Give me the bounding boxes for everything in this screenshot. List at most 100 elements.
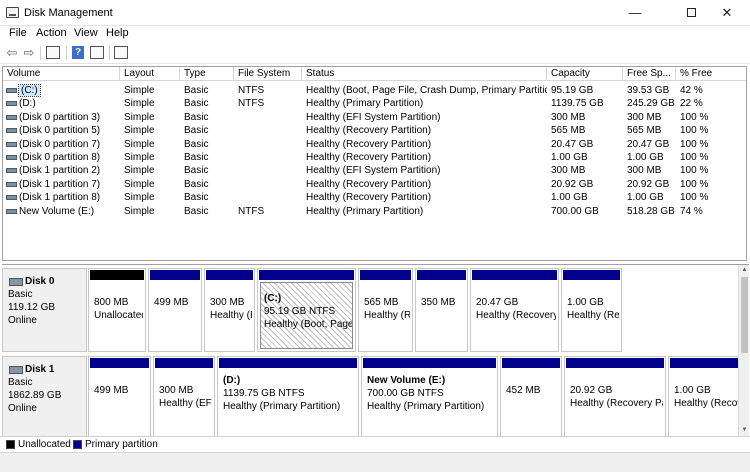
volume-name-cell: (Disk 0 partition 7)	[3, 138, 120, 151]
partition-block[interactable]: 300 MB Healthy (EFI System Partition)	[204, 268, 255, 352]
partition-info: 20.47 GB Healthy (Recovery Partition)	[473, 282, 556, 349]
volume-list[interactable]: Volume Layout Type File System Status Ca…	[2, 66, 747, 261]
partition-block[interactable]: 499 MB	[148, 268, 202, 352]
volume-row[interactable]: (Disk 0 partition 5) Simple Basic Healthy (…	[3, 124, 746, 137]
layout-cell: Simple	[124, 192, 155, 204]
menu-view[interactable]: View	[74, 27, 98, 39]
disk-label[interactable]: Disk 0 Basic 119.12 GB Online	[2, 268, 87, 352]
status-cell: Healthy (Recovery Partition)	[306, 125, 432, 137]
disk-size: 119.12 GB	[8, 302, 56, 313]
partition-status: Healthy (Recovery Partition)	[567, 310, 619, 321]
partition-info: (C:) 95.19 GB NTFS Healthy (Boot, Page Fil…	[260, 282, 353, 349]
partition-info: 565 MB Healthy (Recovery Partition)	[361, 282, 410, 349]
status-cell: Healthy (Primary Partition)	[306, 205, 424, 217]
partition-status: Healthy (EFI System Partition)	[210, 310, 252, 321]
list-header: Volume Layout Type File System Status Ca…	[3, 67, 746, 81]
partition-info: New Volume (E:) 700.00 GB NTFS Healthy (Pr…	[364, 370, 495, 437]
partition-block[interactable]: 20.92 GB Healthy (Recovery Partition)	[564, 356, 666, 440]
vertical-scrollbar[interactable]: ▲ ▼	[738, 265, 749, 437]
partition-size: 499 MB	[154, 297, 189, 308]
col-capacity[interactable]: Capacity	[547, 67, 623, 81]
percent-free-cell: 100 %	[680, 125, 709, 137]
col-free-space[interactable]: Free Sp...	[623, 67, 676, 81]
capacity-cell: 1.00 GB	[551, 152, 588, 163]
col-file-system[interactable]: File System	[234, 67, 302, 81]
menu-action[interactable]: Action	[36, 27, 67, 39]
scroll-down-icon[interactable]: ▼	[740, 426, 749, 435]
legend-primary-partition: Primary partition	[85, 439, 158, 450]
free-space-cell: 20.47 GB	[627, 138, 670, 150]
partition-size: 565 MB	[364, 297, 399, 308]
volume-icon	[6, 181, 17, 187]
scroll-thumb[interactable]	[741, 277, 748, 353]
primary-partition-bar	[259, 270, 354, 280]
partition-block[interactable]: 20.47 GB Healthy (Recovery Partition)	[470, 268, 559, 352]
partition-block[interactable]: 499 MB	[88, 356, 151, 440]
partition-info: 800 MB Unallocated	[91, 282, 143, 349]
primary-partition-bar	[363, 358, 496, 368]
partition-block[interactable]: 565 MB Healthy (Recovery Partition)	[358, 268, 413, 352]
file-system-cell	[238, 151, 302, 164]
volume-name-cell: (Disk 0 partition 8)	[3, 151, 120, 164]
volume-icon	[6, 208, 17, 214]
percent-free-cell: 100 %	[680, 192, 709, 204]
partition-block[interactable]: (C:) 95.19 GB NTFS Healthy (Boot, Page Fil…	[257, 268, 356, 352]
partition-size: 700.00 GB NTFS	[367, 388, 444, 399]
volume-row[interactable]: (Disk 1 partition 7) Simple Basic Healthy (…	[3, 178, 746, 191]
scroll-up-icon[interactable]: ▲	[740, 266, 749, 275]
partition-block[interactable]: 1.00 GB Healthy (Recovery Partition)	[668, 356, 744, 440]
partition-block[interactable]: 800 MB Unallocated	[88, 268, 146, 352]
volume-row[interactable]: New Volume (E:) Simple Basic NTFS Healthy (P…	[3, 205, 746, 218]
partition-block[interactable]: 1.00 GB Healthy (Recovery Partition)	[561, 268, 622, 352]
type-cell: Basic	[184, 138, 209, 150]
minimize-button[interactable]: —	[612, 0, 658, 26]
partition-info: 499 MB	[151, 282, 199, 349]
forward-icon[interactable]: ⇨	[21, 45, 37, 61]
volume-row[interactable]: (Disk 0 partition 7) Simple Basic Healthy (…	[3, 138, 746, 151]
volume-name-cell: (Disk 0 partition 5)	[3, 124, 120, 137]
properties-icon[interactable]	[90, 46, 104, 59]
type-cell: Basic	[184, 192, 209, 204]
volume-row[interactable]: (Disk 1 partition 2) Simple Basic Healthy (…	[3, 164, 746, 177]
partition-size: 1.00 GB	[567, 297, 604, 308]
free-space-cell: 245.29 GB	[627, 98, 675, 110]
volume-row[interactable]: (C:) Simple Basic NTFS Healthy (Boot, Page F…	[3, 84, 746, 97]
console-tree-icon[interactable]	[46, 46, 60, 59]
col-percent-free[interactable]: % Free	[676, 67, 746, 81]
volume-name-cell: New Volume (E:)	[3, 205, 120, 218]
show-hide-icon[interactable]	[114, 46, 128, 59]
partition-size: 800 MB	[94, 297, 129, 308]
menu-help[interactable]: Help	[106, 27, 129, 39]
volume-name: (Disk 0 partition 7)	[19, 138, 101, 150]
disk-type: Basic	[8, 377, 33, 388]
volume-name: (Disk 0 partition 3)	[19, 111, 101, 123]
partition-block[interactable]: 300 MB Healthy (EFI System Partition)	[153, 356, 215, 440]
free-space-cell: 1.00 GB	[627, 152, 664, 163]
volume-row[interactable]: (Disk 0 partition 8) Simple Basic Healthy (…	[3, 151, 746, 164]
disk-type: Basic	[8, 289, 33, 300]
col-layout[interactable]: Layout	[120, 67, 180, 81]
free-space-cell: 39.53 GB	[627, 85, 670, 96]
volume-name-cell: (C:)	[3, 84, 120, 97]
partition-block[interactable]: (D:) 1139.75 GB NTFS Healthy (Primary Part…	[217, 356, 359, 440]
layout-cell: Simple	[124, 125, 155, 137]
volume-row[interactable]: (D:) Simple Basic NTFS Healthy (Primary Part…	[3, 97, 746, 110]
percent-free-cell: 100 %	[680, 138, 709, 150]
help-icon[interactable]: ?	[72, 46, 84, 59]
menu-file[interactable]: File	[9, 27, 27, 39]
partition-block[interactable]: New Volume (E:) 700.00 GB NTFS Healthy (Pr…	[361, 356, 498, 440]
close-button[interactable]: ✕	[704, 0, 750, 26]
col-status[interactable]: Status	[302, 67, 547, 81]
layout-cell: Simple	[124, 165, 155, 177]
col-volume[interactable]: Volume	[3, 67, 120, 81]
unallocated-bar	[90, 270, 144, 280]
partition-block[interactable]: 350 MB	[415, 268, 468, 352]
volume-row[interactable]: (Disk 0 partition 3) Simple Basic Healthy (…	[3, 111, 746, 124]
disk-label[interactable]: Disk 1 Basic 1862.89 GB Online	[2, 356, 87, 440]
free-space-cell: 565 MB	[627, 125, 662, 137]
partition-block[interactable]: 452 MB	[500, 356, 562, 440]
col-type[interactable]: Type	[180, 67, 234, 81]
back-icon[interactable]: ⇦	[4, 45, 20, 61]
volume-row[interactable]: (Disk 1 partition 8) Simple Basic Healthy (…	[3, 191, 746, 204]
partition-size: 20.47 GB	[476, 297, 519, 308]
